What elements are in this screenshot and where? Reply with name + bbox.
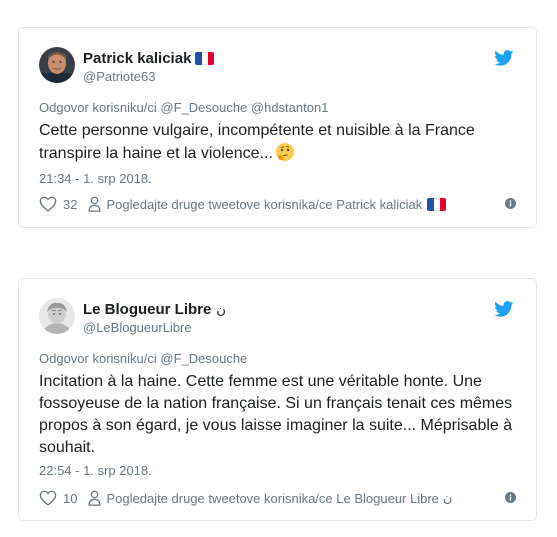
reply-to-label[interactable]: Odgovor korisniku/ci @F_Desouche [39, 351, 247, 366]
tweet-actions: 32 Pogledajte druge tweetove korisnika/c… [39, 196, 516, 212]
tweet-card[interactable]: Le Blogueur Libre ن @LeBlogueurLibre Odg… [18, 278, 537, 521]
profile-link-label: Pogledajte druge tweetove korisnika/ce L… [106, 490, 439, 506]
timestamp[interactable]: 21:34 - 1. srp 2018. [39, 171, 152, 186]
view-profile-tweets-link[interactable]: Pogledajte druge tweetove korisnika/ce L… [88, 490, 452, 506]
display-name[interactable]: Patrick kaliciak [83, 50, 191, 67]
timestamp[interactable]: 22:54 - 1. srp 2018. [39, 463, 152, 478]
info-icon[interactable] [505, 198, 516, 209]
tweet-actions: 10 Pogledajte druge tweetove korisnika/c… [39, 490, 516, 506]
display-name-suffix: ن [216, 301, 226, 317]
person-icon [89, 490, 101, 506]
person-icon [89, 196, 101, 212]
like-button[interactable]: 10 [39, 490, 77, 506]
twitter-bird-icon[interactable] [494, 301, 514, 317]
info-icon[interactable] [505, 492, 516, 503]
twitter-bird-icon[interactable] [494, 50, 514, 66]
heart-icon [39, 196, 57, 212]
like-button[interactable]: 32 [39, 196, 77, 212]
avatar[interactable] [39, 47, 75, 83]
like-count: 32 [63, 196, 78, 212]
tweet-text: Incitation à la haine. Cette femme est u… [39, 373, 513, 456]
tweet-card[interactable]: Patrick kaliciak @Patriote63 Odgovor kor… [18, 27, 537, 228]
tweet-text-body: Cette personne vulgaire, incompétente et… [39, 122, 475, 162]
view-profile-tweets-link[interactable]: Pogledajte druge tweetove korisnika/ce P… [88, 196, 447, 212]
france-flag-icon [427, 197, 447, 211]
profile-link-label: Pogledajte druge tweetove korisnika/ce P… [106, 196, 423, 212]
handle[interactable]: @Patriote63 [83, 69, 155, 84]
avatar[interactable] [39, 298, 75, 334]
thinking-face-icon [275, 142, 295, 169]
heart-icon [39, 490, 57, 506]
tweet-text: Cette personne vulgaire, incompétente et… [39, 120, 517, 169]
display-name[interactable]: Le Blogueur Libre [83, 301, 211, 318]
handle[interactable]: @LeBlogueurLibre [83, 320, 192, 335]
profile-link-suffix: ن [442, 490, 453, 505]
france-flag-icon [195, 52, 215, 65]
reply-to-label[interactable]: Odgovor korisniku/ci @F_Desouche @hdstan… [39, 100, 328, 115]
like-count: 10 [63, 490, 78, 506]
